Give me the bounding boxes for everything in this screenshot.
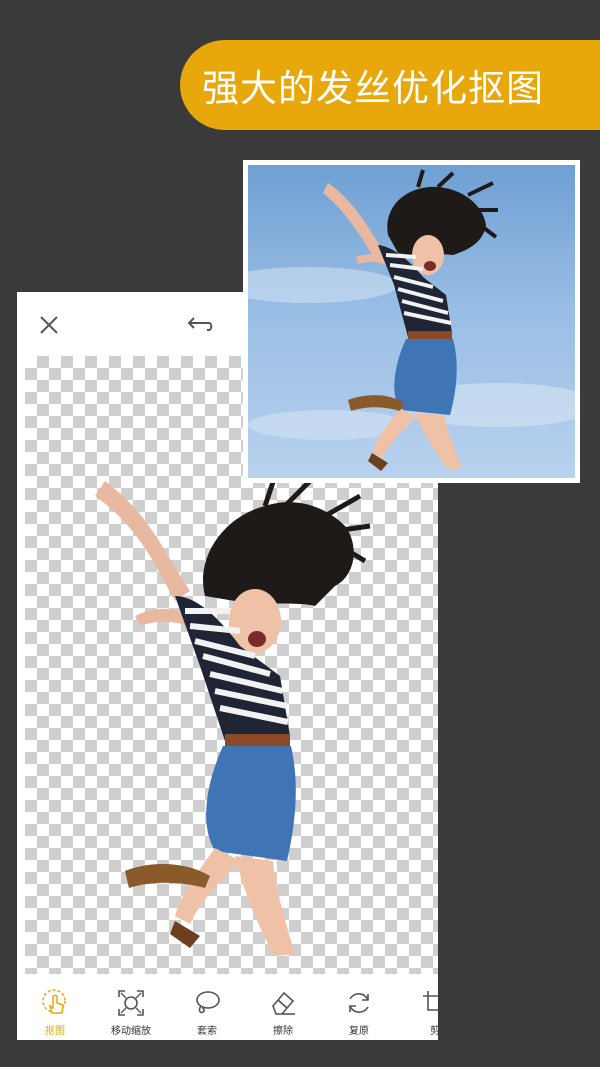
undo-icon[interactable] <box>185 310 215 340</box>
tool-label: 复原 <box>349 1026 369 1037</box>
tool-label: 剪 <box>430 1026 438 1037</box>
restore-icon <box>349 993 369 1013</box>
move-zoom-icon <box>118 990 144 1016</box>
tool-crop[interactable]: 剪 <box>397 982 438 1040</box>
tool-bar: 抠图 移动缩放 套索 擦除 复原 剪 <box>17 982 438 1040</box>
tool-label: 抠图 <box>45 1026 65 1037</box>
promo-banner: 强大的发丝优化抠图 <box>180 40 600 130</box>
eraser-icon <box>272 991 295 1015</box>
tool-eraser[interactable]: 擦除 <box>245 982 321 1040</box>
close-icon[interactable] <box>34 310 64 340</box>
crop-icon <box>423 991 438 1011</box>
original-photo <box>248 165 575 478</box>
banner-title: 强大的发丝优化抠图 <box>202 67 544 110</box>
original-photo-subject <box>248 169 575 471</box>
tool-cutout[interactable]: 抠图 <box>17 982 93 1040</box>
tool-label: 擦除 <box>273 1026 293 1037</box>
tool-move-zoom[interactable]: 移动缩放 <box>93 982 169 1040</box>
tool-label: 套索 <box>197 1026 217 1037</box>
hand-tap-icon <box>42 989 66 1014</box>
tool-restore[interactable]: 复原 <box>321 982 397 1040</box>
original-photo-card <box>243 160 580 483</box>
tool-label: 移动缩放 <box>111 1026 151 1037</box>
tool-lasso[interactable]: 套索 <box>169 982 245 1040</box>
lasso-icon <box>196 991 220 1014</box>
